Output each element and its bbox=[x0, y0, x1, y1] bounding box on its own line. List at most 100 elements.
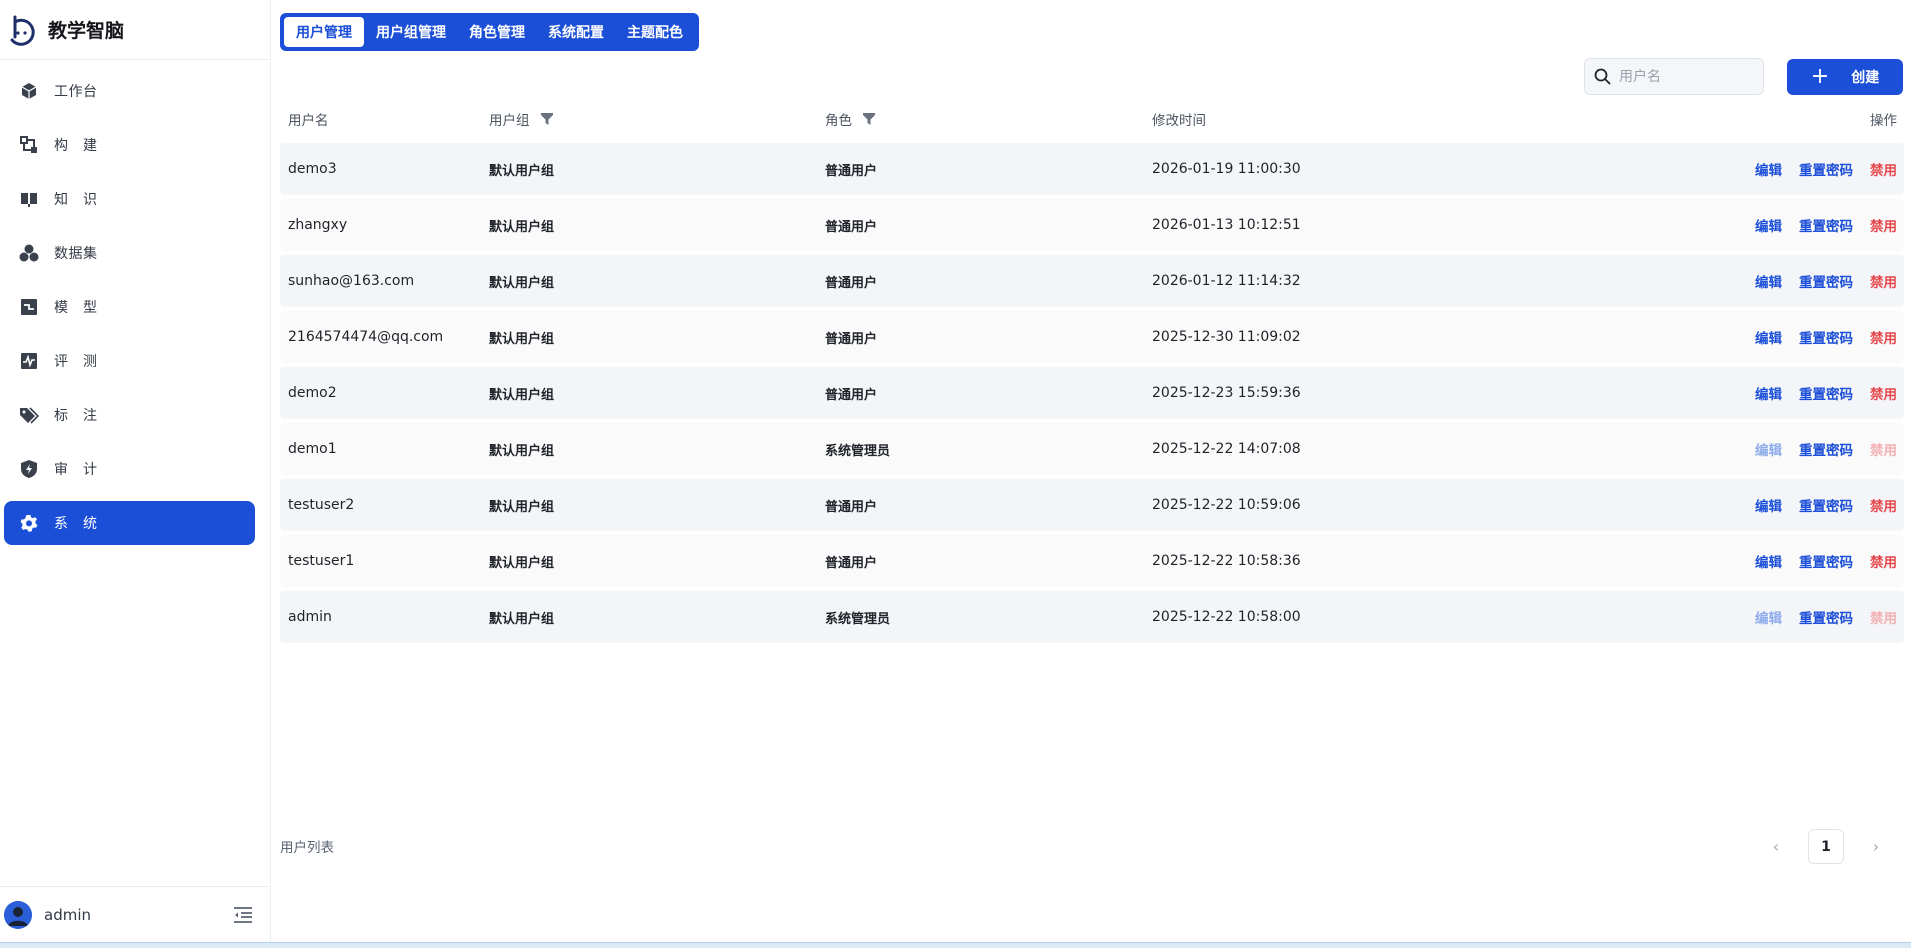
cell-modified: 2025-12-22 14:07:08 bbox=[1152, 441, 1301, 457]
disable-link[interactable]: 禁用 bbox=[1870, 551, 1897, 571]
sidebar-item-label: 模 型 bbox=[54, 300, 98, 316]
disable-link[interactable]: 禁用 bbox=[1870, 607, 1897, 627]
sidebar-item-label: 构 建 bbox=[54, 138, 98, 154]
cell-modified: 2025-12-22 10:58:36 bbox=[1152, 553, 1301, 569]
collapse-sidebar-icon[interactable] bbox=[233, 906, 253, 924]
tab-theme-colors[interactable]: 主题配色 bbox=[616, 17, 694, 47]
cell-role: 普通用户 bbox=[825, 163, 878, 179]
edit-link[interactable]: 编辑 bbox=[1755, 495, 1782, 515]
avatar[interactable] bbox=[4, 900, 32, 929]
disable-link[interactable]: 禁用 bbox=[1870, 215, 1897, 235]
tab-bar: 用户管理 用户组管理 角色管理 系统配置 主题配色 bbox=[280, 13, 699, 51]
reset-password-link[interactable]: 重置密码 bbox=[1799, 215, 1853, 235]
tab-role-management[interactable]: 角色管理 bbox=[458, 17, 536, 47]
sidebar-item-label: 评 测 bbox=[54, 354, 98, 370]
edit-link[interactable]: 编辑 bbox=[1755, 215, 1782, 235]
cell-group: 默认用户组 bbox=[489, 555, 555, 571]
disable-link[interactable]: 禁用 bbox=[1870, 159, 1897, 179]
sidebar-item-build[interactable]: 构 建 bbox=[4, 123, 255, 167]
cell-username: zhangxy bbox=[288, 217, 348, 233]
edit-link[interactable]: 编辑 bbox=[1755, 439, 1782, 459]
sidebar-item-annotation[interactable]: 标 注 bbox=[4, 393, 255, 437]
sidebar-item-label: 系 统 bbox=[54, 516, 98, 532]
tag-icon bbox=[19, 405, 39, 425]
cell-ops: 编辑 重置密码 禁用 bbox=[1738, 327, 1897, 347]
filter-icon[interactable] bbox=[862, 112, 876, 126]
prev-page-icon[interactable]: ‹ bbox=[1762, 833, 1790, 861]
edit-link[interactable]: 编辑 bbox=[1755, 327, 1782, 347]
search-input[interactable] bbox=[1619, 68, 1749, 85]
disable-link[interactable]: 禁用 bbox=[1870, 383, 1897, 403]
reset-password-link[interactable]: 重置密码 bbox=[1799, 383, 1853, 403]
table-header: 用户名 用户组 角色 修改时间 操作 bbox=[280, 100, 1904, 138]
table-row: demo3 默认用户组 普通用户 2026-01-19 11:00:30 编辑 重置密码禁… bbox=[280, 143, 1904, 195]
reset-password-link[interactable]: 重置密码 bbox=[1799, 271, 1853, 291]
table-row: demo2 默认用户组 普通用户 2025-12-23 15:59:36 编辑 重置密码禁… bbox=[280, 367, 1904, 419]
cell-ops: 编辑 重置密码 禁用 bbox=[1738, 271, 1897, 291]
cell-username: demo1 bbox=[288, 441, 337, 457]
cell-group: 默认用户组 bbox=[489, 331, 555, 347]
reset-password-link[interactable]: 重置密码 bbox=[1799, 495, 1853, 515]
sidebar-item-workbench[interactable]: 工作台 bbox=[4, 69, 255, 113]
sidebar-item-evaluation[interactable]: 评 测 bbox=[4, 339, 255, 383]
tab-user-group-management[interactable]: 用户组管理 bbox=[365, 17, 457, 47]
header-role: 角色 bbox=[825, 109, 876, 129]
table-row: demo1 默认用户组 系统管理员 2025-12-22 14:07:08 编辑 重置密码… bbox=[280, 423, 1904, 475]
header-role-label: 角色 bbox=[825, 113, 852, 129]
cell-role: 普通用户 bbox=[825, 499, 878, 515]
sidebar-nav: 工作台 构 建 知 识 数据集 模 型 评 测 标 注 审 计 系 统 bbox=[0, 60, 270, 545]
cell-ops: 编辑 重置密码 禁用 bbox=[1738, 159, 1897, 179]
cell-ops: 编辑 重置密码 禁用 bbox=[1738, 439, 1897, 459]
create-user-button[interactable]: + 创建 bbox=[1787, 59, 1903, 95]
cell-username: sunhao@163.com bbox=[288, 273, 415, 289]
edit-link[interactable]: 编辑 bbox=[1755, 159, 1782, 179]
edit-link[interactable]: 编辑 bbox=[1755, 607, 1782, 627]
user-table: 用户名 用户组 角色 修改时间 操作 demo3 默认用户组 普通用户 2026-01… bbox=[280, 100, 1904, 647]
table-row: admin 默认用户组 系统管理员 2025-12-22 10:58:00 编辑 重置密码… bbox=[280, 591, 1904, 643]
search-box bbox=[1584, 58, 1764, 95]
sidebar-item-system[interactable]: 系 统 bbox=[4, 501, 255, 545]
disable-link[interactable]: 禁用 bbox=[1870, 439, 1897, 459]
cell-modified: 2025-12-30 11:09:02 bbox=[1152, 329, 1301, 345]
next-page-icon[interactable]: › bbox=[1862, 833, 1890, 861]
header-group: 用户组 bbox=[489, 109, 554, 129]
tab-user-management[interactable]: 用户管理 bbox=[284, 17, 364, 47]
sidebar-item-audit[interactable]: 审 计 bbox=[4, 447, 255, 491]
disable-link[interactable]: 禁用 bbox=[1870, 271, 1897, 291]
cell-username: 2164574474@qq.com bbox=[288, 329, 444, 345]
cell-group: 默认用户组 bbox=[489, 611, 555, 627]
disable-link[interactable]: 禁用 bbox=[1870, 327, 1897, 347]
model-icon bbox=[19, 297, 39, 317]
header-group-label: 用户组 bbox=[489, 113, 530, 129]
table-body: demo3 默认用户组 普通用户 2026-01-19 11:00:30 编辑 重置密码禁… bbox=[280, 143, 1904, 643]
sidebar-item-label: 知 识 bbox=[54, 192, 98, 208]
sidebar-item-dataset[interactable]: 数据集 bbox=[4, 231, 255, 275]
sidebar: 教学智脑 工作台 构 建 知 识 数据集 模 型 评 测 标 注 审 计 系 统… bbox=[0, 0, 271, 942]
reset-password-link[interactable]: 重置密码 bbox=[1799, 159, 1853, 179]
edit-link[interactable]: 编辑 bbox=[1755, 271, 1782, 291]
edit-link[interactable]: 编辑 bbox=[1755, 383, 1782, 403]
table-row: testuser2 默认用户组 普通用户 2025-12-22 10:59:06 编辑重… bbox=[280, 479, 1904, 531]
disable-link[interactable]: 禁用 bbox=[1870, 495, 1897, 515]
reset-password-link[interactable]: 重置密码 bbox=[1799, 439, 1853, 459]
reset-password-link[interactable]: 重置密码 bbox=[1799, 551, 1853, 571]
current-user-name: admin bbox=[44, 905, 91, 924]
cell-ops: 编辑 重置密码 禁用 bbox=[1738, 495, 1897, 515]
edit-link[interactable]: 编辑 bbox=[1755, 551, 1782, 571]
sidebar-item-label: 数据集 bbox=[54, 246, 98, 262]
page-number[interactable]: 1 bbox=[1808, 829, 1844, 864]
reset-password-link[interactable]: 重置密码 bbox=[1799, 607, 1853, 627]
bottom-bar bbox=[0, 942, 1911, 948]
reset-password-link[interactable]: 重置密码 bbox=[1799, 327, 1853, 347]
cell-group: 默认用户组 bbox=[489, 499, 555, 515]
sidebar-item-knowledge[interactable]: 知 识 bbox=[4, 177, 255, 221]
sidebar-item-model[interactable]: 模 型 bbox=[4, 285, 255, 329]
cell-ops: 编辑 重置密码 禁用 bbox=[1738, 215, 1897, 235]
brand[interactable]: 教学智脑 bbox=[0, 0, 270, 60]
header-username: 用户名 bbox=[288, 109, 329, 129]
cell-group: 默认用户组 bbox=[489, 387, 555, 403]
tab-system-config[interactable]: 系统配置 bbox=[537, 17, 615, 47]
create-button-label: 创建 bbox=[1851, 70, 1880, 86]
filter-icon[interactable] bbox=[540, 112, 554, 126]
cell-ops: 编辑 重置密码 禁用 bbox=[1738, 607, 1897, 627]
